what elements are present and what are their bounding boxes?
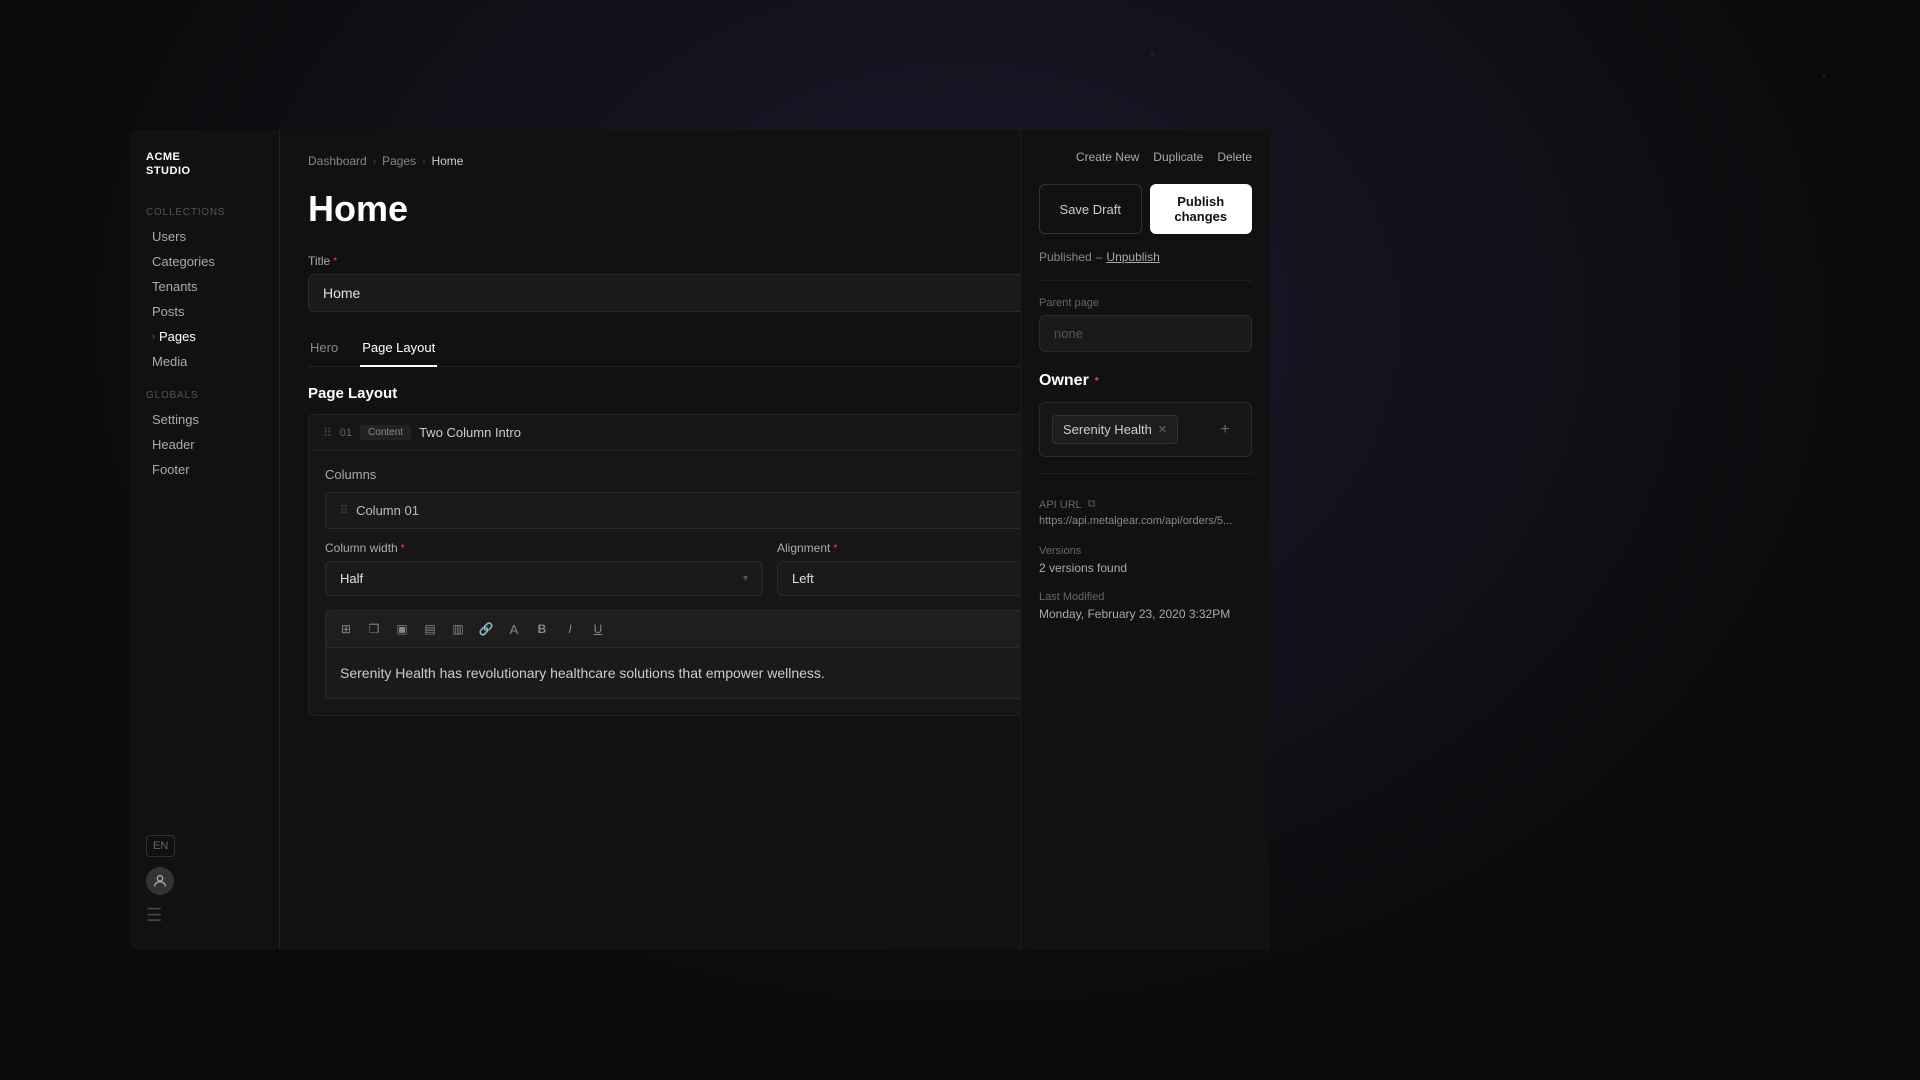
parent-page-input[interactable]: none: [1039, 315, 1252, 352]
parent-page-label: Parent page: [1039, 297, 1252, 309]
toolbar-btn-bold[interactable]: B: [530, 617, 554, 641]
column-width-group: Column width * Half ▾: [325, 541, 763, 596]
globals-label: Globals: [146, 390, 263, 401]
duplicate-link[interactable]: Duplicate: [1153, 150, 1203, 164]
column-name: Column 01: [356, 503, 419, 518]
logo-area: ACME STUDIO: [146, 150, 263, 179]
logo: ACME STUDIO: [146, 150, 263, 179]
owner-box: Serenity Health ✕ +: [1039, 402, 1252, 457]
user-avatar[interactable]: [146, 867, 174, 895]
last-modified-label: Last Modified: [1039, 591, 1252, 603]
top-actions: Create New Duplicate Delete: [1039, 150, 1252, 164]
sidebar-item-pages[interactable]: › Pages: [146, 324, 263, 349]
toolbar-btn-2[interactable]: ❒: [362, 617, 386, 641]
save-draft-button[interactable]: Save Draft: [1039, 184, 1142, 234]
toolbar-btn-5[interactable]: ▥: [446, 617, 470, 641]
breadcrumb-sep-2: ›: [422, 156, 425, 167]
breadcrumb-current: Home: [431, 154, 463, 168]
owner-title: Owner *: [1039, 372, 1252, 390]
api-url-value: https://api.metalgear.com/api/orders/5..…: [1039, 515, 1252, 527]
versions-label: Versions: [1039, 545, 1252, 557]
column-width-select[interactable]: Half ▾: [325, 561, 763, 596]
breadcrumb-dashboard[interactable]: Dashboard: [308, 154, 367, 168]
owner-tag-close-icon[interactable]: ✕: [1158, 423, 1167, 436]
breadcrumb-sep-1: ›: [373, 156, 376, 167]
status-line: Published – Unpublish: [1039, 250, 1252, 264]
divider-2: [1039, 473, 1252, 474]
create-new-link[interactable]: Create New: [1076, 150, 1139, 164]
unpublish-link[interactable]: Unpublish: [1106, 250, 1159, 264]
toolbar-btn-underline[interactable]: U: [586, 617, 610, 641]
drag-handle-icon[interactable]: ⠿: [323, 426, 332, 440]
collections-label: Collections: [146, 207, 263, 218]
api-url-label: API URL ⧉: [1039, 498, 1252, 511]
block-name: Two Column Intro: [419, 425, 521, 440]
sidebar-bottom: EN ☰: [146, 835, 175, 926]
sidebar-item-media[interactable]: Media: [146, 349, 263, 374]
toolbar-btn-italic[interactable]: I: [558, 617, 582, 641]
divider-1: [1039, 280, 1252, 281]
last-modified-value: Monday, February 23, 2020 3:32PM: [1039, 607, 1252, 621]
chevron-right-icon: ›: [152, 331, 155, 341]
owner-required-star: *: [1095, 376, 1099, 387]
block-number: 01: [340, 427, 352, 439]
versions-count: 2 versions found: [1039, 561, 1252, 575]
toolbar-btn-1[interactable]: ⊞: [334, 617, 358, 641]
add-owner-button[interactable]: +: [1211, 416, 1239, 444]
block-type: Content: [360, 425, 411, 440]
required-star: *: [333, 256, 337, 267]
api-url-section: API URL ⧉ https://api.metalgear.com/api/…: [1039, 498, 1252, 527]
last-modified-section: Last Modified Monday, February 23, 2020 …: [1039, 591, 1252, 621]
sidebar-item-tenants[interactable]: Tenants: [146, 274, 263, 299]
versions-section: Versions 2 versions found: [1039, 545, 1252, 575]
toolbar-btn-4[interactable]: ▤: [418, 617, 442, 641]
tab-page-layout[interactable]: Page Layout: [360, 332, 437, 367]
sidebar-item-users[interactable]: Users: [146, 224, 263, 249]
right-panel: Create New Duplicate Delete Save Draft P…: [1020, 130, 1270, 950]
sidebar-item-footer[interactable]: Footer: [146, 457, 263, 482]
publish-changes-button[interactable]: Publish changes: [1150, 184, 1253, 234]
owner-tag: Serenity Health ✕: [1052, 415, 1178, 444]
action-buttons: Save Draft Publish changes: [1039, 184, 1252, 234]
toolbar-btn-aa[interactable]: A: [502, 617, 526, 641]
tab-hero[interactable]: Hero: [308, 332, 340, 367]
column-drag-icon[interactable]: ⠿: [340, 504, 348, 517]
breadcrumb-pages[interactable]: Pages: [382, 154, 416, 168]
sidebar-item-settings[interactable]: Settings: [146, 407, 263, 432]
copy-icon[interactable]: ⧉: [1088, 498, 1096, 511]
delete-link[interactable]: Delete: [1217, 150, 1252, 164]
column-width-label: Column width *: [325, 541, 763, 555]
chevron-down-icon: ▾: [743, 573, 748, 584]
toolbar-btn-3[interactable]: ▣: [390, 617, 414, 641]
sidebar-item-posts[interactable]: Posts: [146, 299, 263, 324]
toolbar-btn-link[interactable]: 🔗: [474, 617, 498, 641]
menu-icon[interactable]: ☰: [146, 905, 175, 926]
owner-section: Owner * Serenity Health ✕ +: [1039, 372, 1252, 457]
sidebar: ACME STUDIO Collections Users Categories…: [130, 130, 280, 950]
sidebar-item-categories[interactable]: Categories: [146, 249, 263, 274]
sidebar-item-header[interactable]: Header: [146, 432, 263, 457]
language-badge[interactable]: EN: [146, 835, 175, 857]
